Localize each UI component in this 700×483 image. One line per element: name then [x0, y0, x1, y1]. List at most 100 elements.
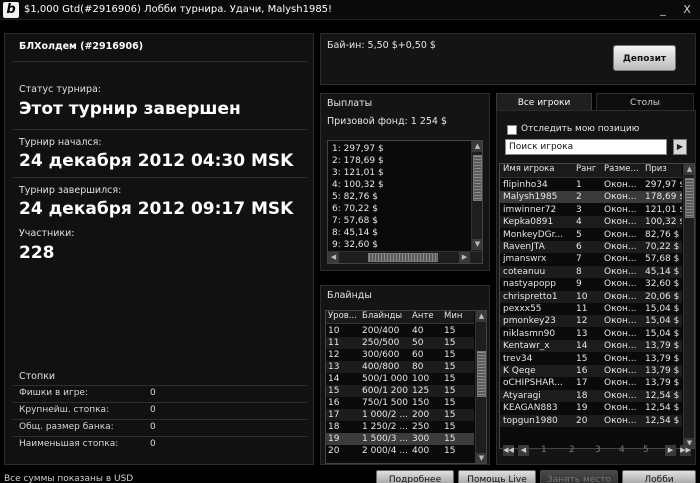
payout-row: 5: 82,76 $	[332, 192, 378, 202]
participants-label: Участники:	[19, 228, 75, 239]
payout-row: 9: 32,60 $	[332, 240, 378, 250]
window-title: $1,000 Gtd(#2916906) Лобби турнира. Удач…	[24, 4, 333, 15]
last-page-icon[interactable]: ▶▶	[680, 445, 691, 456]
scroll-thumb[interactable]	[368, 253, 438, 262]
scroll-down-icon[interactable]: ▼	[476, 453, 486, 463]
players-header: Имя игрока Ранг Разме... Приз	[500, 164, 682, 178]
payout-row: 6: 70,22 $	[332, 204, 378, 214]
player-search-input[interactable]: Поиск игрока	[505, 139, 667, 155]
scroll-up-icon[interactable]: ▲	[472, 141, 482, 152]
player-row[interactable]: nastyapopp 9 Окон... 32,60 $	[500, 278, 682, 290]
player-row[interactable]: jmanswrx 7 Окон... 57,68 $	[500, 253, 682, 265]
player-row[interactable]: oCHIPSHAR... 17 Окон... 13,79 $	[500, 377, 682, 389]
started-value: 24 декабря 2012 04:30 MSK	[19, 151, 294, 171]
scroll-up-icon[interactable]: ▲	[476, 311, 486, 322]
minimize-button[interactable]: _	[656, 3, 670, 17]
page-3[interactable]: 3	[595, 445, 601, 455]
scroll-thumb[interactable]	[685, 178, 694, 218]
close-button[interactable]: X	[680, 3, 694, 17]
stack-row: Общ. размер банка: 0	[19, 422, 156, 432]
page-5[interactable]: 5	[643, 445, 649, 455]
started-label: Турнир начался:	[19, 137, 102, 148]
player-row[interactable]: Kentawr_x 14 Окон... 13,79 $	[500, 340, 682, 353]
player-row[interactable]: flipinho34 1 Окон... 297,97 $	[500, 179, 682, 191]
participants-value: 228	[19, 243, 55, 263]
blind-level-row[interactable]: 12 300/600 60 15	[326, 349, 474, 361]
scroll-up-icon[interactable]: ▲	[684, 164, 694, 175]
blind-level-row[interactable]: 13 400/800 80 15	[326, 361, 474, 373]
player-row[interactable]: niklasmn90 13 Окон... 15,04 $	[500, 328, 682, 340]
blind-level-row[interactable]: 17 1 000/2 ... 200 15	[326, 409, 474, 421]
blind-level-row[interactable]: 19 1 500/3 ... 300 15	[326, 433, 474, 445]
blind-level-row[interactable]: 16 750/1 500 150 15	[326, 397, 474, 409]
player-row[interactable]: coteanuu 8 Окон... 45,14 $	[500, 265, 682, 278]
player-row[interactable]: Malysh1985 2 Окон... 178,69 $	[500, 191, 682, 204]
tab-all-players[interactable]: Все игроки	[496, 93, 592, 111]
payout-row: 3: 121,01 $	[332, 168, 384, 178]
track-position-label: Отследить мою позицию	[521, 124, 640, 134]
divider	[13, 129, 307, 130]
first-page-icon[interactable]: ◀◀	[503, 445, 514, 456]
page-2[interactable]: 2	[569, 445, 575, 455]
blind-level-row[interactable]: 15 600/1 200 125 15	[326, 385, 474, 397]
scroll-thumb[interactable]	[477, 351, 486, 397]
players-vscroll[interactable]: ▲ ▼	[683, 164, 694, 448]
player-row[interactable]: topgun1980 20 Окон... 12,54 $	[500, 414, 682, 427]
ended-label: Турнир завершился:	[19, 185, 122, 196]
payouts-vscroll[interactable]: ▲ ▼	[471, 141, 482, 251]
tab-tables[interactable]: Столы	[596, 93, 694, 111]
player-row[interactable]: MonkeyDGr... 5 Окон... 82,76 $	[500, 229, 682, 241]
player-row[interactable]: K Qeqe 16 Окон... 13,79 $	[500, 365, 682, 377]
currency-note: Все суммы показаны в USD	[4, 474, 134, 483]
page-1[interactable]: 1	[541, 445, 547, 455]
player-row[interactable]: Atyaragi 18 Окон... 12,54 $	[500, 389, 682, 402]
page-4[interactable]: 4	[619, 445, 625, 455]
players-table[interactable]: Имя игрока Ранг Разме... Приз flipinho34…	[499, 163, 695, 449]
take-seat-button[interactable]: Занять место	[540, 470, 618, 483]
scroll-left-icon[interactable]: ◀	[328, 252, 339, 263]
payouts-list[interactable]: 1: 297,97 $ 2: 178,69 $ 3: 121,01 $ 4: 100,…	[327, 140, 483, 264]
status-value: Этот турнир завершен	[19, 99, 241, 119]
deposit-button[interactable]: Депозит	[613, 45, 676, 71]
blind-level-row[interactable]: 14 500/1 000 100 15	[326, 373, 474, 385]
blind-level-row[interactable]: 10 200/400 40 15	[326, 325, 474, 337]
payout-row: 4: 100,32 $	[332, 180, 384, 190]
title-bar: b $1,000 Gtd(#2916906) Лобби турнира. Уд…	[0, 0, 700, 20]
lobby-button[interactable]: Лобби	[622, 470, 696, 483]
ended-value: 24 декабря 2012 09:17 MSK	[19, 199, 294, 219]
player-row[interactable]: RavenJTA 6 Окон... 70,22 $	[500, 241, 682, 253]
blinds-table[interactable]: Уров... Блайнды Анте Мин 10 200/400 40 15 11…	[325, 310, 487, 464]
scroll-down-icon[interactable]: ▼	[472, 239, 482, 250]
scroll-right-icon[interactable]: ▶	[459, 252, 470, 263]
next-page-icon[interactable]: ▶	[665, 445, 676, 456]
prev-page-icon[interactable]: ◀	[518, 445, 529, 456]
payout-row: 8: 45,14 $	[332, 228, 378, 238]
blind-level-row[interactable]: 20 2 000/4 ... 400 15	[326, 445, 474, 457]
player-row[interactable]: chrispretto1 10 Окон... 20,06 $	[500, 290, 682, 303]
payouts-panel: Выплаты Призовой фонд: 1 254 $ 1: 297,97…	[320, 93, 490, 271]
blinds-vscroll[interactable]: ▲ ▼	[475, 311, 486, 463]
player-row[interactable]: pmonkey23 12 Окон... 15,04 $	[500, 315, 682, 328]
app-logo-icon: b	[3, 2, 19, 18]
players-panel: Отследить мою позицию Поиск игрока ▶ Имя…	[496, 110, 696, 465]
stack-row: Крупнейш. стопка: 0	[19, 405, 156, 415]
tournament-info-panel: БЛХолдем (#2916906) Статус турнира: Этот…	[4, 33, 314, 465]
player-row[interactable]: pexxx55 11 Окон... 15,04 $	[500, 303, 682, 315]
blinds-header: Уров... Блайнды Анте Мин	[326, 311, 474, 324]
help-live-button[interactable]: Помощь Live	[458, 470, 536, 483]
details-button[interactable]: Подробнее	[376, 470, 454, 483]
stacks-title: Стопки	[19, 371, 56, 382]
blinds-title: Блайнды	[327, 290, 372, 301]
blind-level-row[interactable]: 18 1 250/2 ... 250 15	[326, 421, 474, 433]
player-row[interactable]: KEAGAN883 19 Окон... 12,54 $	[500, 402, 682, 414]
track-position-checkbox[interactable]	[507, 125, 517, 135]
tournament-name: БЛХолдем (#2916906)	[19, 41, 144, 52]
blind-level-row[interactable]: 11 250/500 50 15	[326, 337, 474, 349]
scroll-thumb[interactable]	[473, 155, 482, 201]
player-row[interactable]: imwinner72 3 Окон... 121,01 $	[500, 204, 682, 216]
payouts-hscroll[interactable]: ◀ ▶	[328, 251, 482, 263]
buyin-panel: Бай-ин: 5,50 $+0,50 $ Депозит	[320, 33, 696, 85]
search-go-icon[interactable]: ▶	[673, 139, 687, 155]
player-row[interactable]: trev34 15 Окон... 13,79 $	[500, 353, 682, 365]
player-row[interactable]: Kepka0891 4 Окон... 100,32 $	[500, 216, 682, 229]
